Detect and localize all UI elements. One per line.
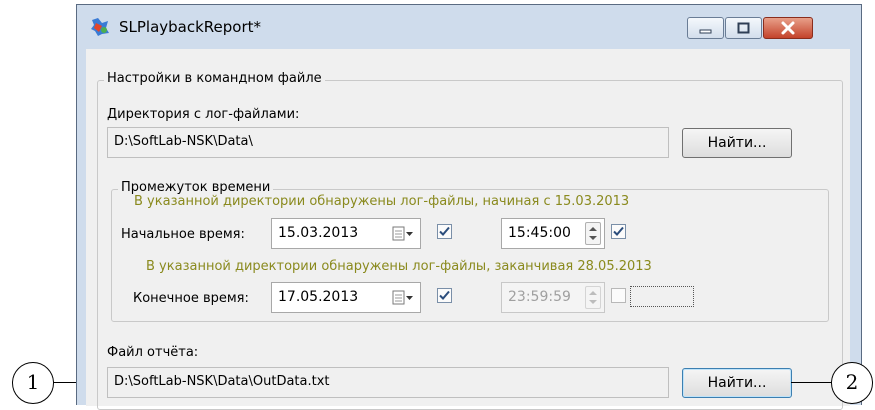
title-bar[interactable]: SLPlaybackReport* [77, 5, 861, 49]
start-date-value: 15.03.2013 [278, 225, 359, 241]
restore-icon [737, 22, 750, 34]
end-note: В указанной директории обнаружены лог-фа… [146, 259, 652, 274]
start-date-checkbox[interactable] [437, 224, 452, 239]
end-time-label: Конечное время: [133, 291, 249, 306]
log-dir-browse-button[interactable]: Найти... [682, 128, 792, 158]
checkmark-icon [439, 226, 450, 236]
log-dir-label: Директория с лог-файлами: [107, 107, 300, 122]
time-range-group-title: Промежуток времени [118, 180, 274, 195]
callout-2: 2 [831, 362, 873, 404]
app-window: SLPlaybackReport* Настройки в командном … [76, 4, 862, 410]
end-time-picker[interactable]: 23:59:59 [501, 282, 605, 313]
app-icon [91, 18, 109, 36]
minimize-button[interactable] [687, 17, 724, 39]
report-file-field[interactable]: D:\SoftLab-NSK\Data\OutData.txt [107, 367, 669, 398]
close-icon [781, 21, 795, 35]
log-dir-field[interactable]: D:\SoftLab-NSK\Data\ [107, 127, 669, 158]
checkmark-icon [613, 226, 624, 236]
end-date-checkbox[interactable] [437, 288, 452, 303]
callout-2-line [791, 382, 831, 383]
focus-rectangle [630, 286, 694, 307]
end-time-spinner[interactable] [585, 286, 601, 309]
minimize-icon [699, 29, 712, 34]
window-title: SLPlaybackReport* [119, 18, 262, 36]
start-time-spinner[interactable] [585, 222, 601, 245]
callout-1: 1 [12, 362, 54, 404]
start-date-picker[interactable]: 15.03.2013 [271, 218, 421, 249]
calendar-dropdown-icon[interactable] [392, 226, 414, 242]
maximize-button[interactable] [725, 17, 762, 39]
start-note: В указанной директории обнаружены лог-фа… [134, 194, 630, 209]
start-time-checkbox[interactable] [611, 224, 626, 239]
start-time-picker[interactable]: 15:45:00 [501, 218, 605, 249]
settings-group-title: Настройки в командном файле [104, 71, 325, 86]
checkmark-icon [439, 290, 450, 300]
report-file-browse-button[interactable]: Найти... [682, 368, 792, 398]
spinner-arrows-icon [589, 291, 597, 304]
log-dir-value: D:\SoftLab-NSK\Data\ [114, 134, 253, 149]
end-date-picker[interactable]: 17.05.2013 [271, 282, 421, 313]
dialog-body: Настройки в командном файле Директория с… [86, 49, 850, 410]
start-time-label: Начальное время: [121, 227, 245, 242]
report-file-label: Файл отчёта: [107, 345, 199, 360]
spinner-arrows-icon [589, 227, 597, 240]
start-time-value: 15:45:00 [508, 225, 571, 241]
end-date-value: 17.05.2013 [278, 289, 359, 305]
end-time-value: 23:59:59 [508, 289, 571, 305]
end-time-checkbox[interactable] [611, 288, 626, 303]
close-button[interactable] [763, 17, 813, 39]
report-file-value: D:\SoftLab-NSK\Data\OutData.txt [114, 374, 330, 389]
calendar-dropdown-icon[interactable] [392, 290, 414, 306]
